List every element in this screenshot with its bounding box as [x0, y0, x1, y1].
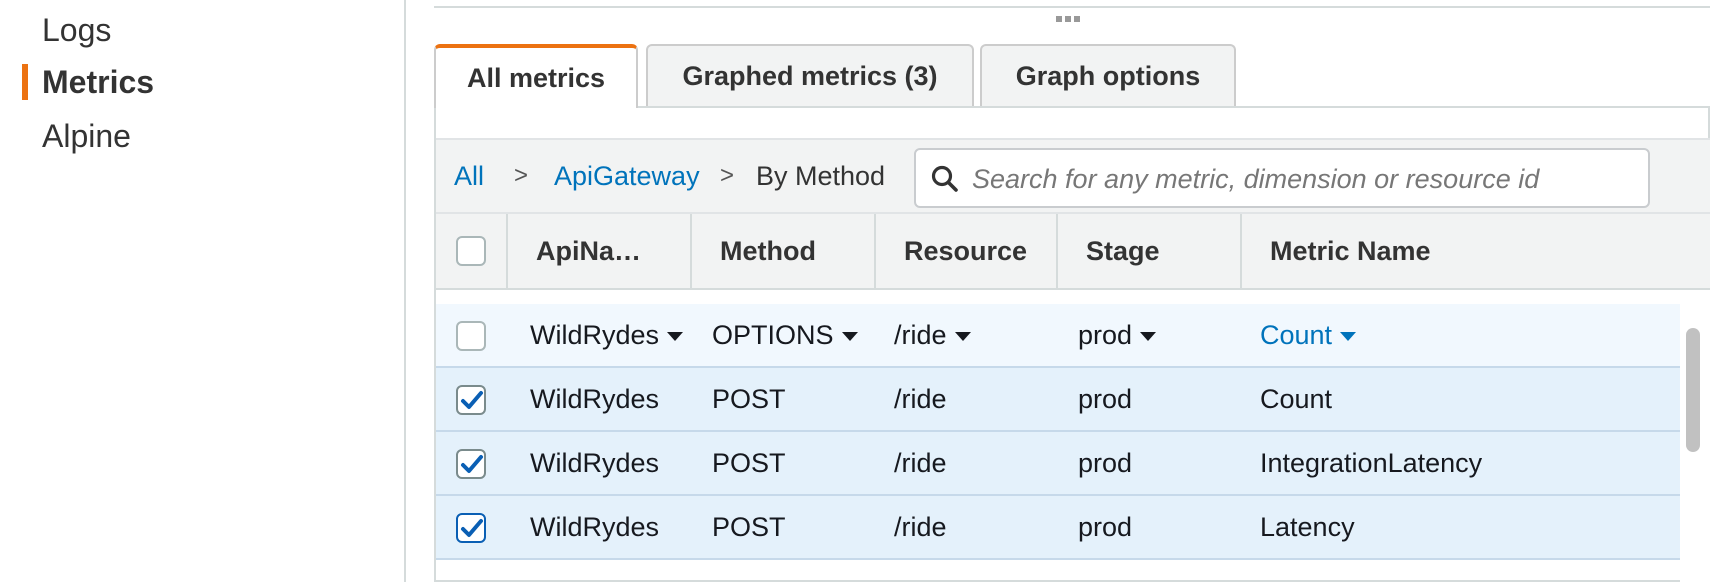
metric-name-value: Count — [1260, 383, 1333, 414]
method-value: OPTIONS — [712, 319, 834, 350]
sidebar-item-label: Metrics — [42, 64, 155, 100]
resource-value: /ride — [894, 447, 947, 478]
row-checkbox[interactable] — [456, 449, 486, 479]
stage-cell: prod — [1078, 368, 1132, 430]
tab-graphed-metrics[interactable]: Graphed metrics (3) — [646, 44, 974, 106]
sidebar-item-label: Logs — [42, 12, 112, 48]
metric-name-cell: Count — [1260, 368, 1332, 430]
sidebar-item-metrics[interactable]: Metrics — [42, 62, 154, 102]
resource-value: /ride — [894, 511, 947, 542]
resource-value: /ride — [894, 383, 947, 414]
table-row[interactable]: WildRydes OPTIONS /ride prod Count — [436, 304, 1680, 368]
tab-graph-options[interactable]: Graph options — [980, 44, 1236, 106]
method-cell: POST — [712, 496, 786, 558]
main-content: All metrics Graphed metrics (3) Graph op… — [406, 0, 1710, 584]
method-value: POST — [712, 383, 786, 414]
sidebar-item-logs[interactable]: Logs — [42, 10, 111, 50]
column-header-label: Method — [720, 235, 816, 266]
sidebar-item-label: Alpine — [42, 118, 131, 154]
select-all-checkbox[interactable] — [456, 236, 486, 266]
column-header-label: ApiNa… — [536, 235, 642, 266]
api-name-value: WildRydes — [530, 511, 660, 542]
breadcrumb-current: By Method — [756, 161, 886, 191]
metric-name-value: Count — [1260, 319, 1333, 350]
metrics-panel: All > ApiGateway > By Method ApiNa… — [434, 106, 1710, 584]
column-header-apiname[interactable]: ApiNa… — [508, 214, 692, 288]
tab-label: Graph options — [1015, 60, 1201, 91]
active-nav-marker — [22, 64, 28, 100]
checkmark-icon — [461, 519, 483, 537]
method-value: POST — [712, 511, 786, 542]
column-header-label: Metric Name — [1270, 235, 1431, 266]
resource-cell: /ride — [894, 496, 947, 558]
row-checkbox[interactable] — [456, 385, 486, 415]
breadcrumb-all[interactable]: All — [454, 158, 484, 194]
tab-all-metrics[interactable]: All metrics — [434, 44, 638, 108]
column-header-method[interactable]: Method — [692, 214, 876, 288]
table-scrollbar[interactable] — [1680, 304, 1710, 584]
table-spacer — [436, 290, 1710, 304]
table-row[interactable]: WildRydes POST /ride prod IntegrationLat… — [436, 432, 1680, 496]
method-cell: POST — [712, 432, 786, 494]
resource-cell: /ride — [894, 368, 947, 430]
api-name-cell: WildRydes — [530, 496, 659, 558]
resource-value: /ride — [894, 319, 947, 350]
table-row[interactable]: WildRydes POST /ride prod Count — [436, 368, 1680, 432]
dropdown-caret-icon — [667, 331, 684, 341]
column-header-label: Resource — [904, 235, 1028, 266]
breadcrumb: All > ApiGateway > By Method — [436, 138, 1710, 214]
table-header: ApiNa… Method Resource Stage Metric Name — [436, 214, 1710, 290]
metric-name-value: IntegrationLatency — [1260, 447, 1483, 478]
dropdown-caret-icon — [954, 331, 971, 341]
select-all-cell — [436, 214, 508, 288]
stage-value: prod — [1078, 383, 1133, 414]
tab-label: All metrics — [466, 62, 606, 93]
checkmark-icon — [461, 455, 483, 473]
stage-cell: prod — [1078, 432, 1132, 494]
stage-value: prod — [1078, 511, 1133, 542]
scrollbar-thumb[interactable] — [1686, 328, 1700, 452]
method-cell: POST — [712, 368, 786, 430]
column-header-resource[interactable]: Resource — [876, 214, 1058, 288]
table-row[interactable]: WildRydes POST /ride prod Latency — [436, 496, 1680, 560]
stage-value: prod — [1078, 447, 1133, 478]
method-value: POST — [712, 447, 786, 478]
stage-cell[interactable]: prod — [1078, 304, 1157, 366]
tab-label: Graphed metrics (3) — [682, 60, 938, 91]
breadcrumb-apigateway[interactable]: ApiGateway — [554, 158, 700, 194]
divider — [434, 6, 1710, 8]
sidebar: Logs Metrics Alpine — [0, 0, 406, 582]
resource-cell: /ride — [894, 432, 947, 494]
checkmark-icon — [461, 391, 483, 409]
stage-value: prod — [1078, 319, 1133, 350]
metric-name-value: Latency — [1260, 511, 1355, 542]
method-cell[interactable]: OPTIONS — [712, 304, 858, 366]
breadcrumb-separator: > — [514, 162, 529, 189]
api-name-value: WildRydes — [530, 383, 660, 414]
resource-cell[interactable]: /ride — [894, 304, 971, 366]
search-icon — [931, 165, 958, 192]
column-header-label: Stage — [1086, 235, 1160, 266]
row-checkbox[interactable] — [456, 321, 486, 351]
row-checkbox[interactable] — [456, 513, 486, 543]
dropdown-caret-icon — [1140, 331, 1157, 341]
metric-name-cell: IntegrationLatency — [1260, 432, 1482, 494]
metric-name-cell[interactable]: Count — [1260, 304, 1357, 366]
dropdown-caret-icon — [841, 331, 858, 341]
api-name-cell: WildRydes — [530, 432, 659, 494]
stage-cell: prod — [1078, 496, 1132, 558]
sidebar-item-alpine[interactable]: Alpine — [42, 116, 131, 156]
api-name-cell[interactable]: WildRydes — [530, 304, 684, 366]
api-name-value: WildRydes — [530, 319, 660, 350]
column-header-stage[interactable]: Stage — [1058, 214, 1242, 288]
dropdown-caret-icon — [1340, 331, 1357, 341]
metric-search-box — [914, 148, 1650, 208]
api-name-cell: WildRydes — [530, 368, 659, 430]
metric-name-cell: Latency — [1260, 496, 1355, 558]
column-header-metric-name[interactable]: Metric Name — [1242, 214, 1710, 288]
resize-handle-icon[interactable] — [1056, 16, 1080, 22]
breadcrumb-separator: > — [720, 162, 735, 189]
api-name-value: WildRydes — [530, 447, 660, 478]
search-input[interactable] — [970, 156, 1634, 202]
